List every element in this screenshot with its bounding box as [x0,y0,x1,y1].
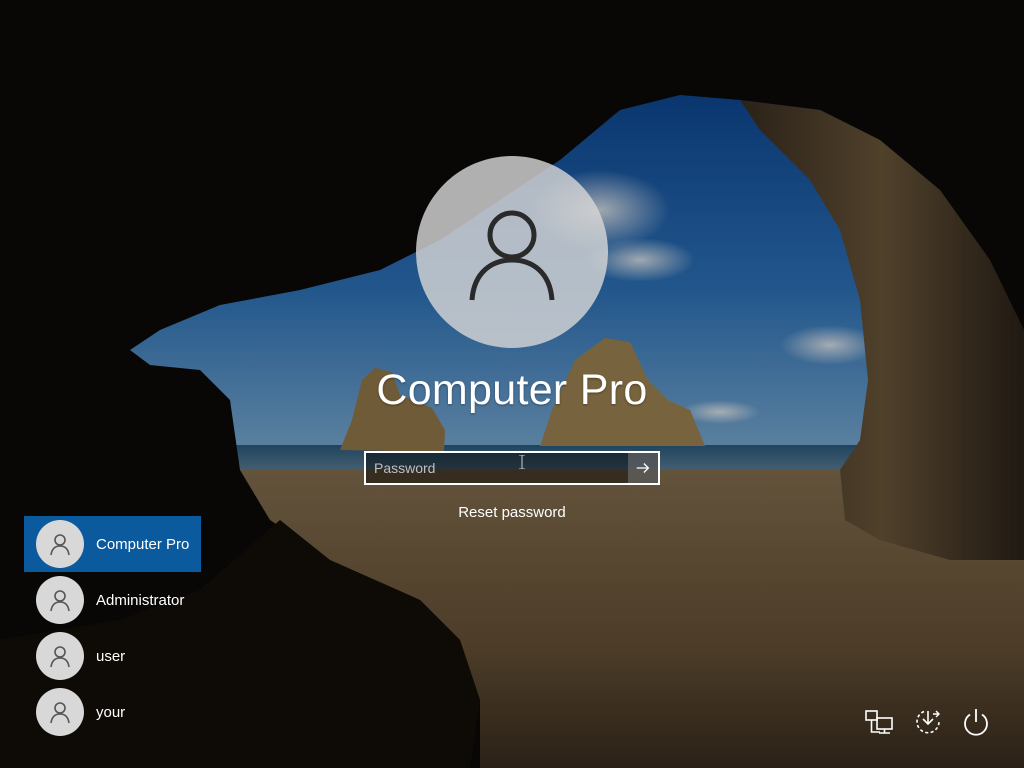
submit-button[interactable] [628,453,658,483]
user-list: Computer Pro Administrator user your [24,516,201,740]
avatar [36,520,84,568]
power-icon [964,709,988,736]
user-silhouette-icon [50,590,70,612]
text-cursor-icon [519,455,525,469]
network-icon [865,710,893,734]
avatar [36,576,84,624]
ease-of-access-icon [916,710,940,734]
ease-of-access-button[interactable] [912,706,944,738]
avatar [36,688,84,736]
network-button[interactable] [863,706,895,738]
user-item-label: user [96,647,126,665]
user-silhouette-icon [50,646,70,668]
user-silhouette-icon [469,210,555,301]
user-silhouette-icon [50,702,70,724]
user-item-computer-pro[interactable]: Computer Pro [24,516,201,572]
power-button[interactable] [960,706,992,738]
avatar [36,632,84,680]
password-input[interactable] [366,453,628,483]
user-item-administrator[interactable]: Administrator [24,572,201,628]
user-item-your[interactable]: your [24,684,201,740]
user-silhouette-icon [50,534,70,556]
user-item-label: Computer Pro [96,535,190,553]
user-item-label: your [96,703,126,721]
user-item-label: Administrator [96,591,185,609]
user-item-user[interactable]: user [24,628,201,684]
account-display-name: Computer Pro [376,366,648,414]
password-field[interactable] [364,451,660,485]
arrow-right-icon [636,463,650,473]
account-avatar [416,156,608,348]
